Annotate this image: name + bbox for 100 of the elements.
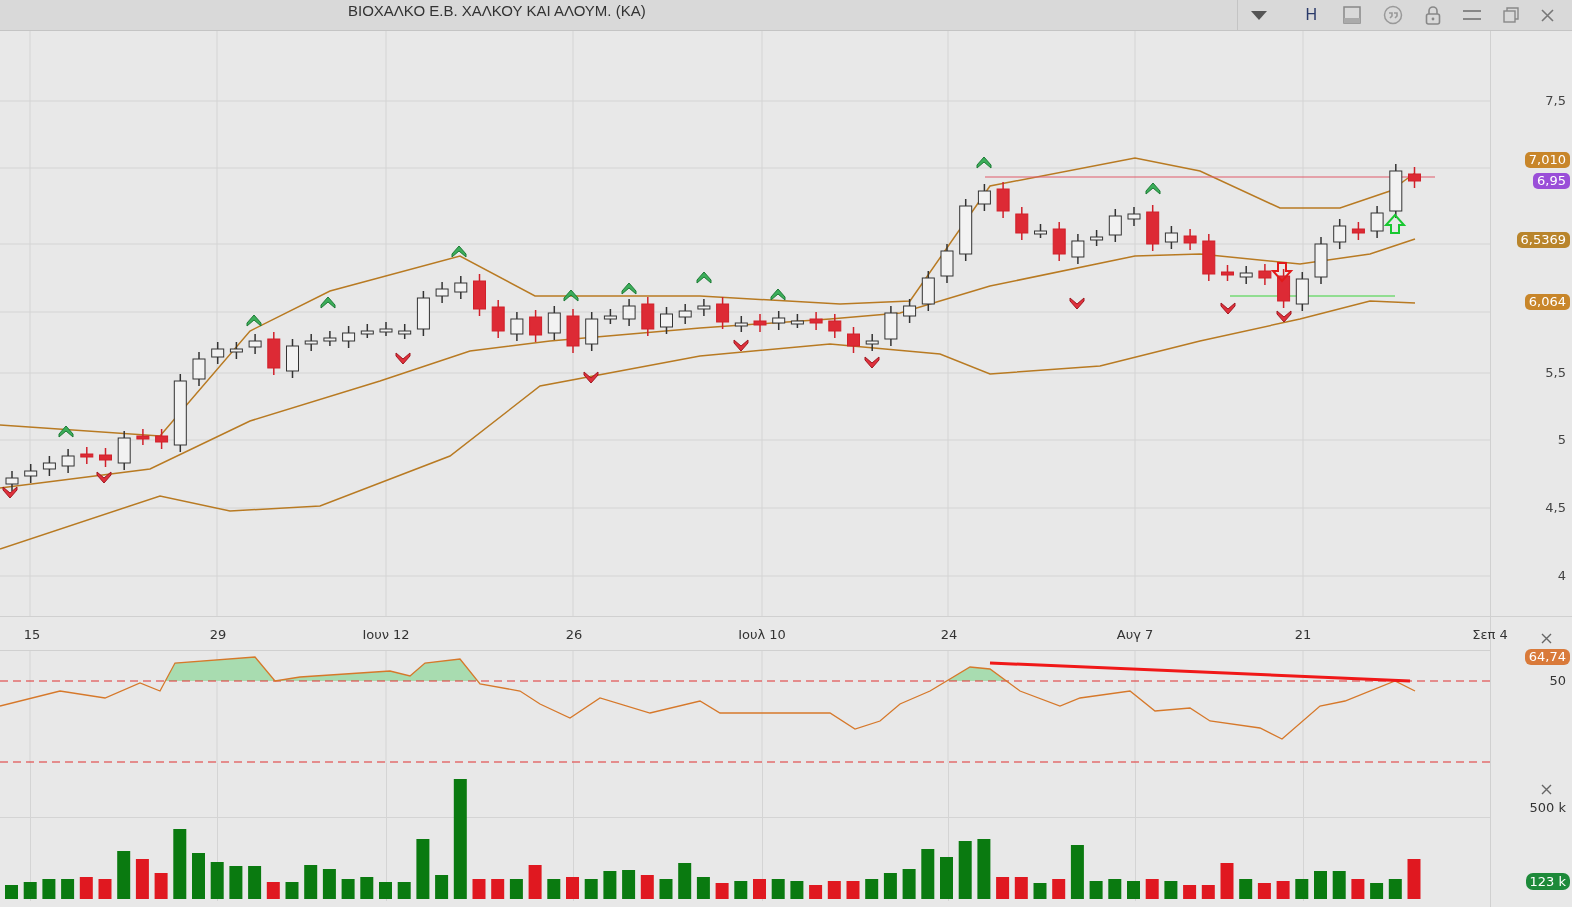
candlestick xyxy=(1071,233,1085,265)
oscillator-value-tag: 64,74 xyxy=(1524,649,1570,665)
down-chevron-marker xyxy=(395,352,411,365)
down-chevron-marker xyxy=(1276,310,1292,323)
candlestick xyxy=(473,273,486,317)
candlestick xyxy=(61,448,75,474)
candlestick xyxy=(1333,218,1347,250)
candlestick xyxy=(379,321,393,337)
candlestick xyxy=(1314,236,1328,285)
candlestick xyxy=(753,313,767,333)
candlestick xyxy=(24,463,38,484)
down-chevron-marker xyxy=(96,471,112,484)
candlestick xyxy=(1052,221,1066,262)
down-arrow-marker xyxy=(1270,262,1294,283)
candlestick xyxy=(286,338,299,379)
candlestick xyxy=(1258,263,1272,286)
volume-value-tag: 123 k xyxy=(1525,873,1570,890)
candlestick xyxy=(1370,205,1384,239)
menu-icon[interactable] xyxy=(1463,9,1481,21)
candlestick xyxy=(921,270,935,312)
caret-icon xyxy=(1250,10,1267,20)
candlestick xyxy=(1202,233,1216,282)
candlestick xyxy=(529,309,543,343)
y-axis-label: 500 k xyxy=(1529,800,1566,815)
candlestick xyxy=(229,341,243,360)
candlestick xyxy=(716,296,730,330)
x-axis-label: Αυγ 7 xyxy=(1116,627,1154,642)
y-axis-label: 5,5 xyxy=(1545,364,1566,380)
candlestick xyxy=(940,243,954,284)
mode-button[interactable]: H xyxy=(1301,6,1321,24)
candlestick xyxy=(416,290,430,337)
candlestick xyxy=(828,313,842,339)
lock-icon[interactable] xyxy=(1425,5,1441,25)
down-chevron-marker xyxy=(864,356,880,369)
up-chevron-marker xyxy=(621,282,637,295)
candlestick xyxy=(1351,221,1365,241)
candlestick xyxy=(454,275,468,300)
candlestick xyxy=(678,303,692,325)
candlestick xyxy=(790,313,804,329)
down-chevron-marker xyxy=(733,339,749,352)
candlestick xyxy=(1090,229,1104,247)
x-axis-label: 24 xyxy=(940,627,958,642)
down-chevron-marker xyxy=(1069,297,1085,310)
candlestick xyxy=(304,333,318,352)
candlestick xyxy=(865,333,879,352)
candlestick xyxy=(697,298,711,317)
candlestick xyxy=(1164,225,1178,250)
candlestick xyxy=(211,341,225,365)
up-chevron-marker xyxy=(320,296,336,309)
up-chevron-marker xyxy=(246,314,262,327)
candlestick xyxy=(1277,268,1291,309)
candlestick xyxy=(5,470,19,492)
candlestick xyxy=(510,311,524,342)
candlestick xyxy=(435,281,449,304)
quote-icon[interactable] xyxy=(1383,5,1403,25)
candlestick xyxy=(996,181,1010,219)
panel-icon[interactable] xyxy=(1343,6,1361,24)
restore-icon[interactable] xyxy=(1503,7,1519,23)
x-axis-label: 26 xyxy=(565,627,583,642)
up-chevron-marker xyxy=(1145,182,1161,195)
y-axis-label: 7,5 xyxy=(1545,92,1566,108)
candlestick xyxy=(1034,223,1047,239)
candlestick xyxy=(1146,204,1160,252)
candlestick xyxy=(1408,166,1421,189)
candlestick xyxy=(99,447,112,468)
close-icon[interactable] xyxy=(1541,8,1554,22)
candlestick xyxy=(267,331,281,376)
down-chevron-marker xyxy=(1220,302,1236,315)
x-axis-label: 15 xyxy=(23,627,41,642)
candlestick xyxy=(1239,265,1253,285)
up-chevron-marker xyxy=(976,156,992,169)
down-chevron-marker xyxy=(583,371,599,384)
up-chevron-marker xyxy=(58,425,74,438)
y-axis-label: 4 xyxy=(1557,567,1566,583)
candlestick xyxy=(660,306,673,335)
candlestick xyxy=(1108,208,1122,243)
x-axis-label: 21 xyxy=(1294,627,1312,642)
candlestick xyxy=(847,326,860,354)
candlestick xyxy=(398,323,412,340)
price-tag: 6,5369 xyxy=(1516,232,1570,248)
candlestick xyxy=(248,333,262,355)
close-icon[interactable] xyxy=(1541,784,1552,795)
candlestick xyxy=(547,305,561,341)
candlestick xyxy=(1389,163,1403,219)
candlestick xyxy=(1221,264,1234,282)
candlestick xyxy=(734,315,748,333)
candlestick xyxy=(622,298,636,327)
candlestick xyxy=(772,310,786,331)
candlestick xyxy=(1295,271,1309,312)
candlestick xyxy=(603,308,617,325)
y-axis-label: 5 xyxy=(1557,431,1566,447)
candlestick xyxy=(585,311,599,352)
x-axis-label: Ιουλ 10 xyxy=(738,627,786,642)
candlestick xyxy=(1183,228,1197,251)
candlestick xyxy=(192,351,206,387)
candlestick xyxy=(360,323,374,339)
close-icon[interactable] xyxy=(1541,633,1552,644)
candlestick xyxy=(491,299,505,339)
candlestick xyxy=(809,311,823,331)
window-title: ΒΙΟΧΑΛΚΟ Ε.Β. ΧΑΛΚΟΥ ΚΑΙ ΑΛΟΥΜ. (ΚΑ) xyxy=(348,2,646,19)
